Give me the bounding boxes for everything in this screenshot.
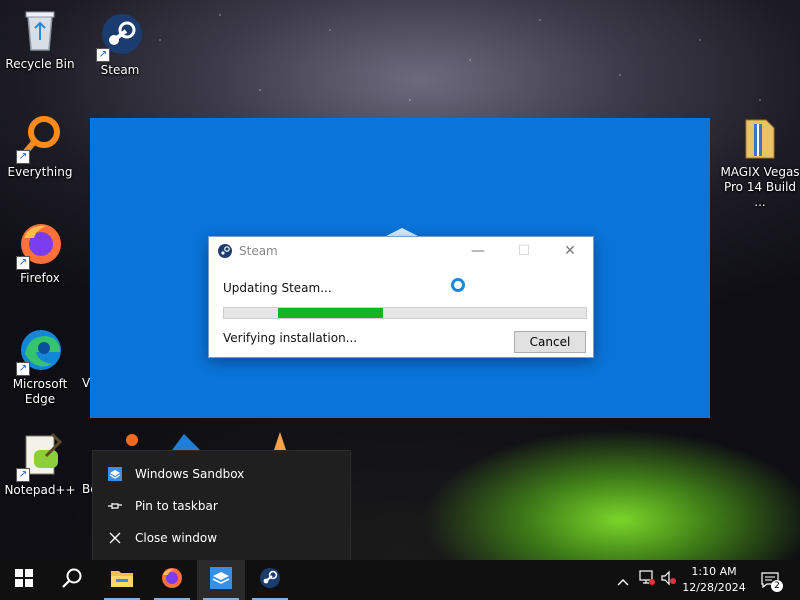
desktop-icon-magix-vegas[interactable]: MAGIX Vegas Pro 14 Build ... [720,114,800,210]
desktop-icon-everything[interactable]: ↗ Everything [0,114,80,180]
taskbar-jump-list: Windows Sandbox Pin to taskbar Close win… [92,450,351,562]
desktop-icon-label: MAGIX Vegas Pro 14 Build ... [720,165,800,209]
notification-count-badge: 2 [771,580,783,592]
taskbar-windows-sandbox[interactable] [197,560,245,600]
partially-hidden-icon-label: V [82,376,91,390]
windows-sandbox-icon [209,566,233,594]
taskbar-steam[interactable] [246,560,294,600]
progress-bar-fill [278,308,384,318]
update-status-text: Updating Steam... [223,281,332,295]
jump-list-label: Pin to taskbar [135,499,218,513]
network-status-button[interactable] [636,560,658,600]
loading-spinner-icon [451,278,465,292]
minimize-button[interactable]: — [455,237,501,265]
edge-icon: ↗ [16,326,64,376]
jump-list-item-pin[interactable]: Pin to taskbar [93,491,350,521]
firefox-icon [160,566,184,594]
desktop-icon-label: Everything [7,165,73,179]
file-explorer-icon [110,568,134,592]
taskbar-file-explorer[interactable] [98,560,146,600]
update-progress-bar [223,307,587,319]
desktop-icon-recycle-bin[interactable]: Recycle Bin [0,6,80,72]
steam-icon: ↗ [96,12,144,62]
start-button[interactable] [0,560,48,600]
notification-icon: 2 [761,572,783,592]
taskbar-firefox[interactable] [148,560,196,600]
desktop-icon-label: Steam [100,63,140,77]
volume-muted-icon [660,570,678,590]
jump-list-item-close[interactable]: Close window [93,523,350,553]
close-button[interactable]: ✕ [547,237,593,265]
desktop-icon-notepad-plus-plus[interactable]: ↗ Notepad++ [0,432,80,498]
shortcut-arrow-icon: ↗ [16,362,30,376]
maximize-button[interactable]: ☐ [501,237,547,265]
volume-button[interactable] [658,560,680,600]
partially-hidden-icons [92,432,286,452]
search-button[interactable] [48,560,96,600]
recycle-bin-icon [16,6,64,54]
sandbox-logo-peak [386,228,418,236]
clock-time: 1:10 AM [691,565,737,578]
steam-icon [217,243,233,259]
desktop-icon-label: Recycle Bin [5,57,75,71]
verify-status-text: Verifying installation... [223,331,358,345]
desktop-icon-steam[interactable]: ↗ Steam [80,12,160,78]
jump-list-label: Close window [135,531,218,545]
desktop-icon-label: Microsoft Edge [12,377,68,406]
folder-icon [736,114,784,162]
steam-icon [258,566,282,594]
notification-center-button[interactable]: 2 [756,560,784,600]
network-disconnected-icon [638,570,656,590]
desktop-icon-label: Notepad++ [4,483,76,497]
shortcut-arrow-icon: ↗ [16,468,30,482]
close-icon [107,530,123,546]
pin-icon [107,498,123,514]
desktop-icon-microsoft-edge[interactable]: ↗ Microsoft Edge [0,326,80,407]
show-hidden-icons-button[interactable] [612,560,634,600]
notepad-plus-plus-icon: ↗ [16,432,64,482]
shortcut-arrow-icon: ↗ [96,48,110,62]
shortcut-arrow-icon: ↗ [16,150,30,164]
dialog-title: Steam [239,244,278,258]
search-icon [61,567,83,593]
system-clock[interactable]: 1:10 AM 12/28/2024 [682,564,746,596]
jump-list-label: Windows Sandbox [135,467,245,481]
chevron-up-icon [617,571,629,590]
dialog-title-bar[interactable]: Steam — ☐ ✕ [209,237,593,265]
firefox-icon: ↗ [16,220,64,270]
everything-icon: ↗ [16,114,64,164]
cancel-button[interactable]: Cancel [514,331,586,353]
desktop-icon-firefox[interactable]: ↗ Firefox [0,220,80,286]
windows-logo-icon [15,569,33,591]
jump-list-item-app[interactable]: Windows Sandbox [93,459,350,489]
clock-date: 12/28/2024 [682,581,746,594]
shortcut-arrow-icon: ↗ [16,256,30,270]
desktop-icon-label: Firefox [20,271,60,285]
taskbar: 1:10 AM 12/28/2024 2 [0,560,800,600]
steam-update-dialog: Steam — ☐ ✕ Updating Steam... Verifying … [208,236,594,358]
windows-sandbox-icon [107,466,123,482]
